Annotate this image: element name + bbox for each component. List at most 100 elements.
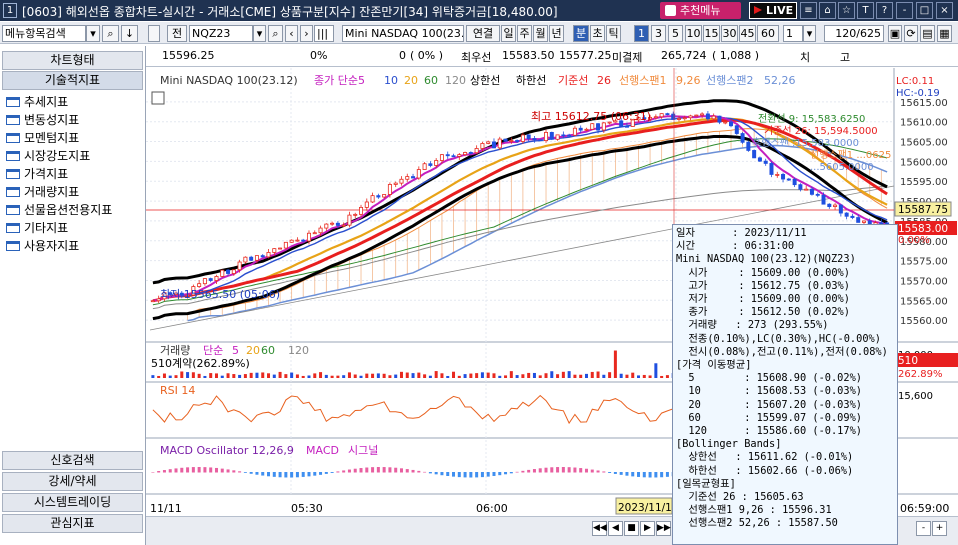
search-icon-2[interactable]: ⌕ xyxy=(268,25,283,42)
macd-bar xyxy=(180,467,184,473)
folder-icon xyxy=(6,97,20,107)
macd-bar xyxy=(151,472,155,473)
macd-bar xyxy=(365,467,369,473)
candle-body xyxy=(850,215,855,218)
macd-bar xyxy=(452,472,456,477)
technical-indicator-tab[interactable]: 기술적지표 xyxy=(2,71,143,90)
recommend-menu-button[interactable]: 추천메뉴 xyxy=(660,2,741,19)
zoom-out-button[interactable]: - xyxy=(916,521,931,536)
indicator-folder-1[interactable]: 변동성지표 xyxy=(6,111,79,128)
continuous-button[interactable]: 연결 xyxy=(466,25,500,42)
minute-45[interactable]: 45 xyxy=(739,25,756,42)
maximize-button[interactable]: □ xyxy=(916,2,933,19)
tooltip-line: [Bollinger Bands] xyxy=(676,438,782,451)
open-interest: 265,724 xyxy=(661,49,707,62)
symbol-dropdown[interactable]: ▾ xyxy=(253,25,266,42)
folder-icon xyxy=(6,241,20,251)
main-chart-title: Mini NASDAQ 100(23.12) xyxy=(160,74,298,87)
candle-body xyxy=(584,128,589,131)
refresh-icon[interactable]: ⟳ xyxy=(904,25,918,42)
period-tick[interactable]: 틱 xyxy=(606,25,621,42)
link-icon[interactable]: T xyxy=(857,2,874,19)
star-icon[interactable]: ☆ xyxy=(838,2,855,19)
lock-icon[interactable]: ▣ xyxy=(888,25,902,42)
minute-3[interactable]: 3 xyxy=(651,25,666,42)
period-second[interactable]: 초 xyxy=(590,25,605,42)
candle-body xyxy=(775,173,780,176)
multiplier-input[interactable]: 1 xyxy=(783,25,803,42)
minute-1[interactable]: 1 xyxy=(634,25,649,42)
print-icon[interactable]: ▦ xyxy=(937,25,952,42)
signal-search-tab[interactable]: 신호검색 xyxy=(2,451,143,470)
arrow-down-icon[interactable]: ↓ xyxy=(121,25,138,42)
indicator-folder-2[interactable]: 모멘텀지표 xyxy=(6,129,79,146)
volume-bar xyxy=(527,372,531,378)
nav-prev-button[interactable]: ◀ xyxy=(608,521,623,536)
volume-bar xyxy=(608,372,612,378)
candle-body xyxy=(526,134,531,139)
zoom-in-button[interactable]: + xyxy=(932,521,947,536)
system-trading-tab[interactable]: 시스템트레이딩 xyxy=(2,493,143,512)
nav-stop-button[interactable]: ■ xyxy=(624,521,639,536)
save-icon[interactable]: ▤ xyxy=(920,25,935,42)
tooltip-line: 하한선 : 15602.66 (-0.06%) xyxy=(676,464,854,477)
symbol-input[interactable]: NQZ23 xyxy=(189,25,253,42)
live-button[interactable]: LIVE xyxy=(749,2,797,19)
indicator-folder-4[interactable]: 가격지표 xyxy=(6,165,68,182)
macd-bar xyxy=(428,472,432,474)
nav-next-button[interactable]: ▶ xyxy=(640,521,655,536)
minute-5[interactable]: 5 xyxy=(668,25,683,42)
minute-60[interactable]: 60 xyxy=(757,25,779,42)
indicator-folder-8[interactable]: 사용자지표 xyxy=(6,237,79,254)
folder-icon xyxy=(6,205,20,215)
period-year[interactable]: 년 xyxy=(549,25,564,42)
period-week[interactable]: 주 xyxy=(517,25,532,42)
period-minute[interactable]: 분 xyxy=(573,25,589,42)
menu-search-input[interactable]: 메뉴항목검색 xyxy=(2,25,86,42)
home-icon[interactable]: ⌂ xyxy=(819,2,836,19)
next-symbol[interactable]: › xyxy=(300,25,313,42)
candle-body xyxy=(815,193,820,196)
macd-bar xyxy=(498,472,502,476)
volume-bar xyxy=(301,375,305,378)
indicator-folder-0[interactable]: 추세지표 xyxy=(6,93,68,110)
minimize-button[interactable]: - xyxy=(896,2,913,19)
all-button[interactable]: 전 xyxy=(167,25,187,42)
macd-bar xyxy=(550,467,554,473)
candle-body xyxy=(237,261,242,271)
period-month[interactable]: 월 xyxy=(533,25,548,42)
search-icon[interactable]: ⌕ xyxy=(102,25,119,42)
count-input[interactable]: 120/625 xyxy=(824,25,884,42)
macd-bar xyxy=(446,472,450,476)
legend-item: 120 xyxy=(445,74,466,87)
best-ask: 15583.50 xyxy=(502,49,555,62)
symbol-type-icon[interactable]: ||| xyxy=(314,25,334,42)
macd-bar xyxy=(255,472,259,475)
period-day[interactable]: 일 xyxy=(501,25,516,42)
close-button[interactable]: × xyxy=(936,2,953,19)
nav-last-button[interactable]: ▶▶ xyxy=(656,521,671,536)
chart-settings-icon[interactable] xyxy=(148,25,160,42)
bull-bear-tab[interactable]: 강세/약세 xyxy=(2,472,143,491)
multiplier-dropdown[interactable]: ▾ xyxy=(803,25,816,42)
indicator-folder-3[interactable]: 시장강도지표 xyxy=(6,147,90,164)
minute-30[interactable]: 30 xyxy=(721,25,738,42)
help-icon[interactable]: ? xyxy=(876,2,893,19)
chart-type-tab[interactable]: 차트형태 xyxy=(2,51,143,70)
indicator-folder-7[interactable]: 기타지표 xyxy=(6,219,68,236)
prev-symbol[interactable]: ‹ xyxy=(285,25,298,42)
nav-first-button[interactable]: ◀◀ xyxy=(592,521,607,536)
volume-bar xyxy=(596,371,600,378)
indicator-folder-6[interactable]: 선물옵션전용지표 xyxy=(6,201,112,218)
minute-15[interactable]: 15 xyxy=(703,25,720,42)
favorite-indicator-tab[interactable]: 관심지표 xyxy=(2,514,143,533)
macd-bar xyxy=(642,472,646,478)
macd-bar xyxy=(573,467,577,473)
price-pct-label: 0.00% xyxy=(898,235,930,246)
candle-body xyxy=(561,134,566,137)
minute-10[interactable]: 10 xyxy=(685,25,702,42)
menu-search-dropdown[interactable]: ▾ xyxy=(86,25,100,42)
grid-icon[interactable]: ≡ xyxy=(800,2,817,19)
indicator-folder-5[interactable]: 거래량지표 xyxy=(6,183,79,200)
volume-bar xyxy=(434,371,438,378)
